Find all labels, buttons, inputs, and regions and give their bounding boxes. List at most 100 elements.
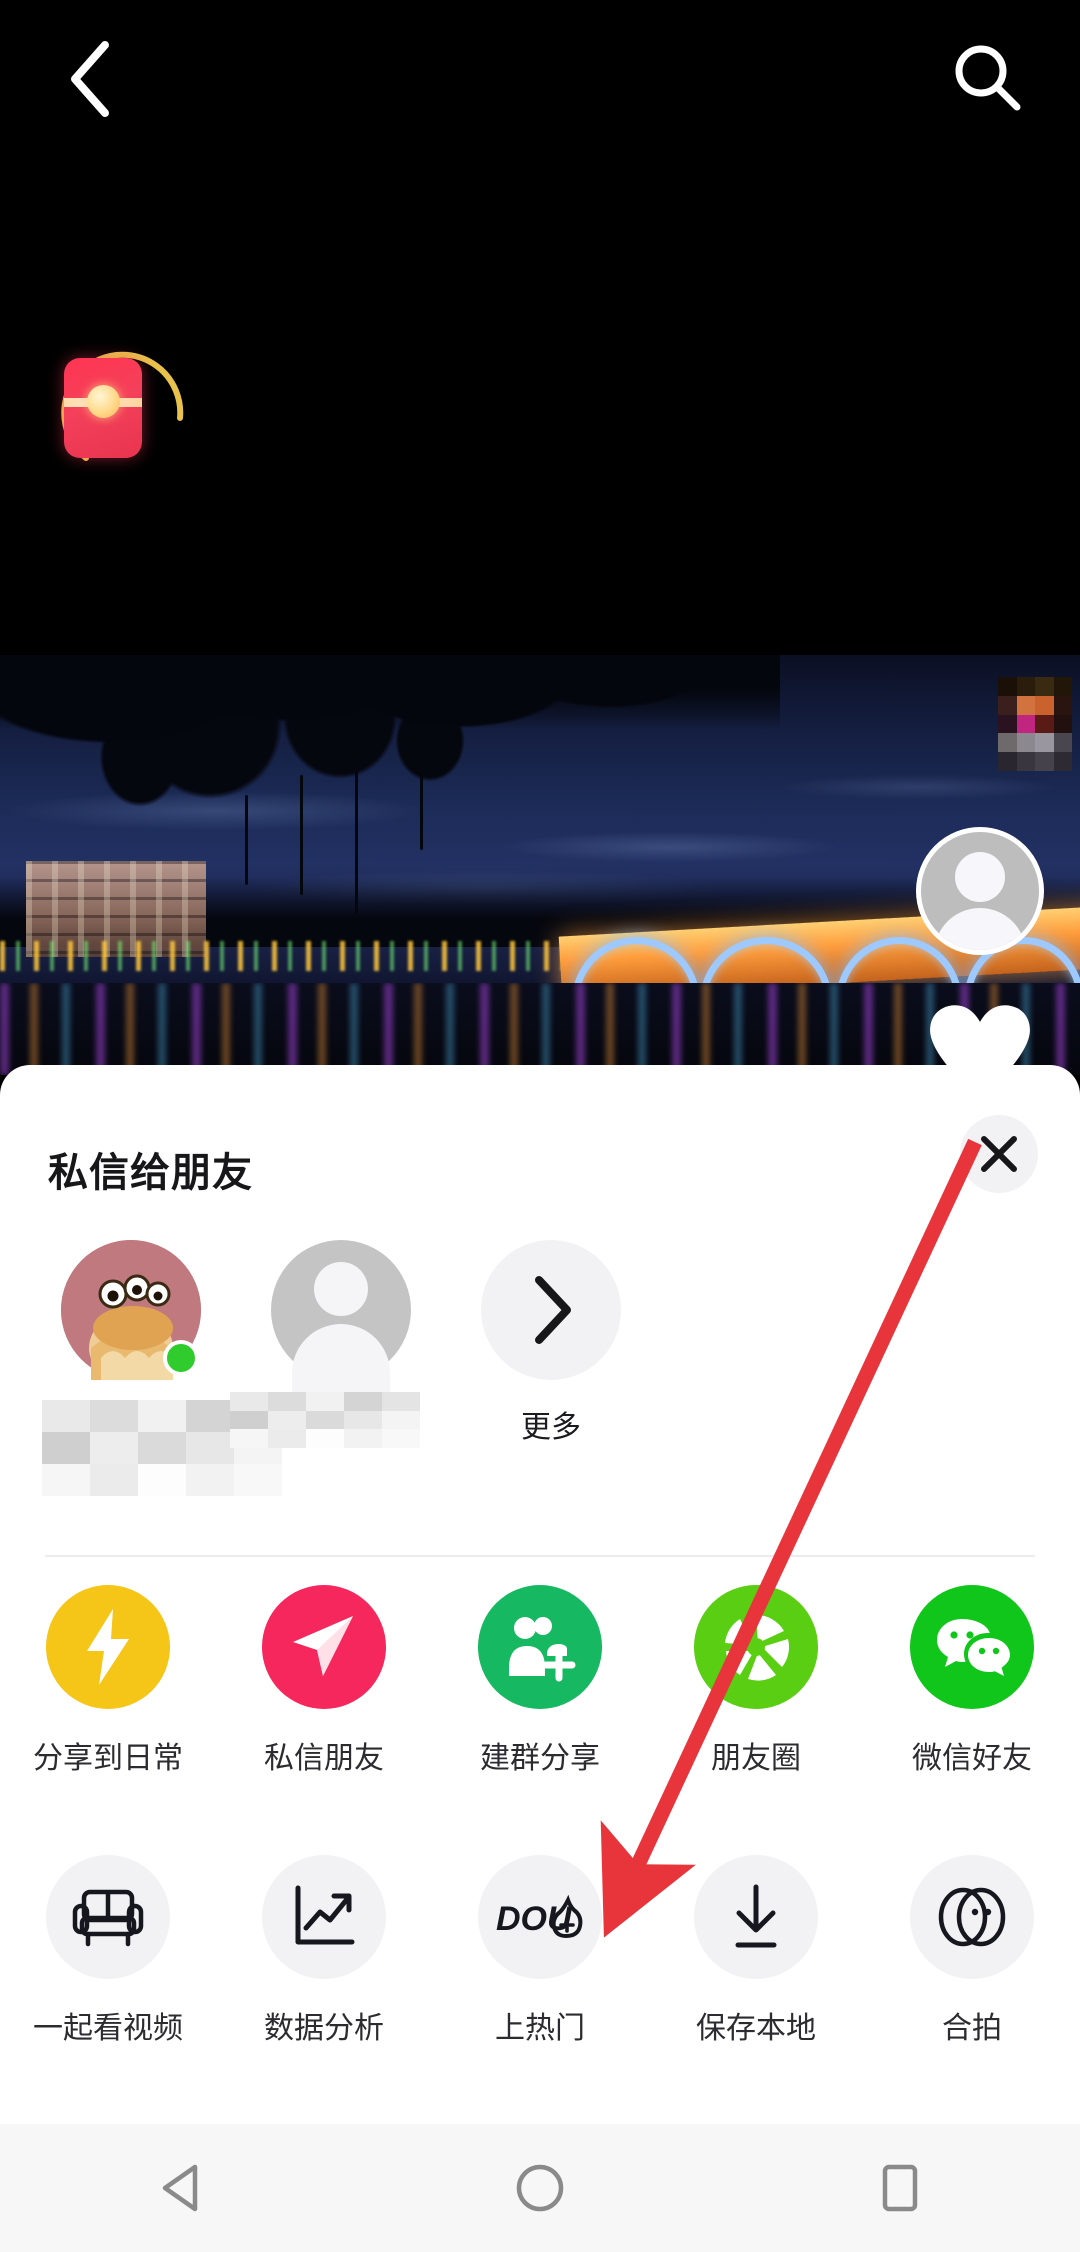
add-group-glyph xyxy=(509,1617,576,1682)
nav-recents-button[interactable] xyxy=(840,2128,960,2248)
mosaic-tile xyxy=(1053,677,1072,696)
mosaic-tile xyxy=(138,1432,186,1464)
share-action-save-local[interactable]: 保存本地 xyxy=(648,1855,864,2047)
wechat-glyph xyxy=(937,1619,1010,1676)
more-friends-item[interactable]: 更多 xyxy=(446,1240,656,1446)
mosaic-tile xyxy=(1053,733,1072,753)
share-action-moments[interactable]: 朋友圈 xyxy=(648,1585,864,1777)
mosaic-tile xyxy=(138,1464,186,1496)
paper-plane-glyph xyxy=(293,1616,353,1676)
add-group-icon xyxy=(478,1585,602,1709)
monster-avatar xyxy=(61,1240,201,1384)
share-action-watch-together[interactable]: 一起看视频 xyxy=(0,1855,216,2047)
sofa-icon xyxy=(46,1855,170,1979)
mosaic-tile xyxy=(1035,733,1054,753)
mosaic-censor-block xyxy=(998,677,1072,771)
download-icon xyxy=(694,1855,818,1979)
search-icon xyxy=(955,45,1021,111)
mosaic-tile xyxy=(998,733,1017,753)
mosaic-tile xyxy=(344,1429,382,1448)
share-sheet: 私信给朋友 更多 分享到日常 私信朋友 建群分享 朋友圈 微信好友 一起看视频 … xyxy=(0,1065,1080,2125)
phone-screen: 私信给朋友 更多 分享到日常 私信朋友 建群分享 朋友圈 微信好友 一起看视频 … xyxy=(0,0,1080,2252)
back-button[interactable] xyxy=(36,24,146,134)
mosaic-tile xyxy=(186,1432,234,1464)
mosaic-tile xyxy=(186,1400,234,1432)
share-action-dm-friend[interactable]: 私信朋友 xyxy=(216,1585,432,1777)
more-button[interactable] xyxy=(481,1240,621,1380)
mosaic-tile xyxy=(1035,695,1054,715)
mosaic-censor-block xyxy=(230,1392,420,1448)
mosaic-tile xyxy=(90,1400,138,1432)
action-label: 朋友圈 xyxy=(711,1742,801,1775)
close-icon xyxy=(981,1136,1017,1172)
action-label: 保存本地 xyxy=(696,2012,816,2045)
mosaic-tile xyxy=(998,695,1017,715)
red-envelope-coin xyxy=(87,385,120,418)
share-action-share-to-daily[interactable]: 分享到日常 xyxy=(0,1585,216,1777)
mosaic-tile xyxy=(42,1432,90,1464)
action-label: 一起看视频 xyxy=(33,2012,183,2045)
mosaic-tile xyxy=(1016,677,1035,696)
mosaic-tile xyxy=(230,1392,268,1411)
download-glyph xyxy=(735,1884,777,1948)
wechat-icon xyxy=(910,1585,1034,1709)
share-action-create-group[interactable]: 建群分享 xyxy=(432,1585,648,1777)
share-action-row-2: 一起看视频 数据分析 DOU 上热门 保存本地 合拍 xyxy=(0,1855,1080,2047)
mosaic-tile xyxy=(1016,695,1035,715)
online-status-dot xyxy=(163,1340,199,1376)
top-bar xyxy=(0,0,1080,160)
mosaic-tile xyxy=(1016,714,1035,734)
action-label: 微信好友 xyxy=(912,1742,1032,1775)
nav-recents-square-icon xyxy=(882,2164,918,2212)
mosaic-tile xyxy=(268,1410,306,1430)
action-label: 建群分享 xyxy=(480,1742,600,1775)
friend-item[interactable] xyxy=(236,1240,446,1402)
mosaic-tile xyxy=(42,1400,90,1432)
search-button[interactable] xyxy=(932,22,1044,134)
tree-branch xyxy=(245,795,248,885)
red-envelope-icon[interactable] xyxy=(48,330,208,490)
mosaic-tile xyxy=(42,1464,90,1496)
close-button[interactable] xyxy=(960,1115,1038,1193)
nav-home-button[interactable] xyxy=(480,2128,600,2248)
water-reflection xyxy=(0,983,1080,1075)
dou-plus-glyph: DOU xyxy=(496,1894,583,1939)
mosaic-tile xyxy=(382,1410,420,1430)
mosaic-tile xyxy=(1016,752,1035,771)
avatar-head xyxy=(314,1262,368,1316)
mosaic-tile xyxy=(90,1432,138,1464)
action-label: 数据分析 xyxy=(264,2012,384,2045)
mosaic-tile xyxy=(1035,677,1054,696)
share-action-analytics[interactable]: 数据分析 xyxy=(216,1855,432,2047)
share-action-duet[interactable]: 合拍 xyxy=(864,1855,1080,2047)
lightning-bolt-icon xyxy=(46,1585,170,1709)
mosaic-tile xyxy=(382,1429,420,1448)
mosaic-tile xyxy=(1016,733,1035,753)
more-label: 更多 xyxy=(521,1411,581,1444)
mosaic-tile xyxy=(230,1410,268,1430)
share-action-dou-plus[interactable]: DOU 上热门 xyxy=(432,1855,648,2047)
mosaic-tile xyxy=(998,714,1017,734)
sofa-glyph xyxy=(72,1889,144,1947)
avatar-head xyxy=(955,852,1005,902)
nav-back-button[interactable] xyxy=(120,2128,240,2248)
action-label: 私信朋友 xyxy=(264,1742,384,1775)
lightning-bolt-glyph xyxy=(87,1609,129,1685)
mosaic-tile xyxy=(382,1392,420,1411)
video-frame[interactable] xyxy=(0,655,1080,1075)
avatar-body xyxy=(292,1324,390,1402)
page-title: 私信给朋友 xyxy=(48,1151,253,1195)
nav-home-circle-icon xyxy=(516,2164,564,2212)
moments-aperture-icon xyxy=(694,1585,818,1709)
chevron-left-icon xyxy=(71,41,109,117)
mosaic-tile xyxy=(306,1410,344,1430)
mosaic-tile xyxy=(306,1392,344,1411)
mosaic-tile xyxy=(344,1392,382,1411)
avatar[interactable] xyxy=(916,827,1044,955)
mosaic-tile xyxy=(268,1392,306,1411)
share-action-wechat-friend[interactable]: 微信好友 xyxy=(864,1585,1080,1777)
action-label: 分享到日常 xyxy=(33,1742,183,1775)
android-nav-bar xyxy=(0,2124,1080,2252)
share-action-row-1: 分享到日常 私信朋友 建群分享 朋友圈 微信好友 xyxy=(0,1585,1080,1777)
mosaic-tile xyxy=(1035,752,1054,771)
